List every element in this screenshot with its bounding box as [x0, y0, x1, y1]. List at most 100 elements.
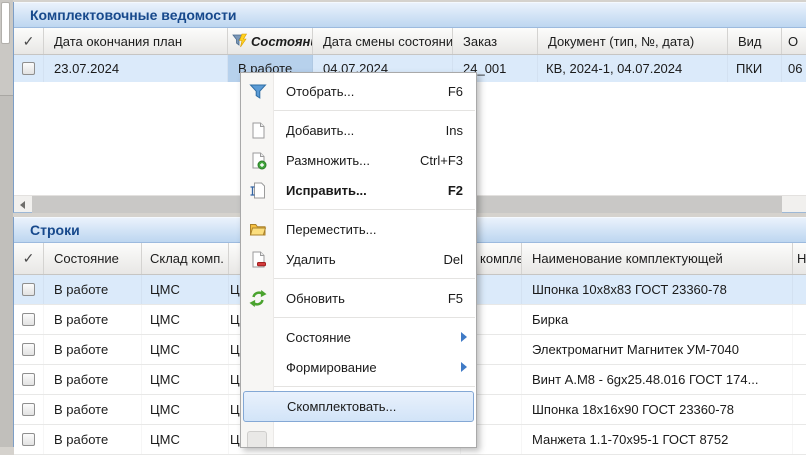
cell-check [14, 365, 44, 394]
column-header-state[interactable]: Состояние [228, 28, 313, 54]
row-checkbox[interactable] [22, 313, 35, 326]
menu-item-label: Отобрать... [286, 84, 354, 99]
menu-separator [242, 386, 475, 387]
app-window: { "top_panel": { "title": "Комплектовочн… [0, 0, 806, 447]
column-header-order[interactable]: Заказ [453, 28, 538, 54]
menu-item-label: Размножить... [286, 153, 370, 168]
cell-name: Шпонка 18x16x90 ГОСТ 23360-78 [522, 395, 793, 424]
column-header-warehouse[interactable]: Склад комп. [142, 243, 229, 274]
sheets-table-header: ✓ Дата окончания план Состояние Дата сме… [14, 28, 806, 55]
menu-item[interactable]: Исправить... F2 [241, 175, 476, 205]
menu-item-hotkey: F2 [448, 183, 463, 198]
panel-title: Комплектовочные ведомости [14, 2, 806, 28]
cell-warehouse: ЦМС [142, 305, 229, 334]
menu-item[interactable]: Обновить F5 [241, 283, 476, 313]
folder-move-icon [247, 219, 268, 240]
column-header-state-change[interactable]: Дата смены состояния [313, 28, 453, 54]
cell-check [14, 425, 44, 454]
column-header-kind[interactable]: Вид [728, 28, 782, 54]
menu-item[interactable]: Удалить Del [241, 244, 476, 274]
menu-separator [242, 278, 475, 279]
cell-clipped [793, 365, 806, 394]
menu-separator [242, 317, 475, 318]
cell-warehouse: ЦМС [142, 395, 229, 424]
column-header-date-end[interactable]: Дата окончания план [44, 28, 228, 54]
cell-name: Винт А.М8 - 6gх25.48.016 ГОСТ 174... [522, 365, 793, 394]
menu-item-label: Переместить... [286, 222, 376, 237]
cell-date-end: 23.07.2024 [44, 55, 228, 82]
cell-state: В работе [44, 305, 142, 334]
filter-lightning-icon [232, 33, 248, 50]
menu-item[interactable]: Размножить... Ctrl+F3 [241, 145, 476, 175]
submenu-arrow-icon [461, 362, 467, 372]
row-checkbox[interactable] [22, 403, 35, 416]
row-checkbox[interactable] [22, 62, 35, 75]
column-header-state[interactable]: Состояние [44, 243, 142, 274]
menu-item[interactable]: Формирование [241, 352, 476, 382]
page-edit-icon [247, 180, 268, 201]
left-edge-scrollbar[interactable] [1, 2, 10, 44]
menu-item[interactable]: Отобрать...F6 [241, 76, 476, 106]
menu-item-label: Удалить [286, 252, 336, 267]
column-header-state-label: Состояние [251, 34, 313, 49]
menu-separator [242, 110, 475, 111]
row-checkbox[interactable] [22, 433, 35, 446]
cell-name: Бирка [522, 305, 793, 334]
cell-state: В работе [44, 365, 142, 394]
page-new-icon [247, 120, 268, 141]
cell-clipped [793, 275, 806, 304]
cell-name: Электромагнит Магнитек УМ-7040 [522, 335, 793, 364]
cell-clipped [793, 425, 806, 454]
check-icon: ✓ [23, 250, 35, 267]
cell-check [14, 305, 44, 334]
cell-name: Манжета 1.1-70x95-1 ГОСТ 8752 [522, 425, 793, 454]
menu-item-label: Обновить [286, 291, 345, 306]
cell-check [14, 335, 44, 364]
column-header-check[interactable]: ✓ [14, 28, 44, 54]
cell-name: Шпонка 10x8x83 ГОСТ 23360-78 [522, 275, 793, 304]
submenu-arrow-icon [461, 332, 467, 342]
column-header-check[interactable]: ✓ [14, 243, 44, 274]
menu-item-hotkey: Ctrl+F3 [420, 153, 463, 168]
page-delete-icon [247, 249, 268, 270]
cell-clipped [793, 305, 806, 334]
cell-clipped: 06 [782, 55, 806, 82]
window-edge-strip [0, 0, 13, 447]
menu-item[interactable]: Скомплектовать... [243, 391, 474, 422]
menu-item-hotkey: Ins [446, 123, 463, 138]
column-header-document[interactable]: Документ (тип, №, дата) [538, 28, 728, 54]
menu-item-label: Добавить... [286, 123, 354, 138]
cell-state: В работе [44, 275, 142, 304]
scroll-left-arrow[interactable] [14, 196, 31, 213]
menu-item-hotkey: F5 [448, 291, 463, 306]
menu-item[interactable]: Добавить... Ins [241, 115, 476, 145]
row-checkbox[interactable] [22, 343, 35, 356]
cell-clipped [793, 395, 806, 424]
menu-item-partial[interactable] [241, 427, 476, 448]
column-header-clipped[interactable]: Н [793, 243, 806, 274]
check-icon: ✓ [23, 33, 35, 50]
menu-item[interactable]: Состояние [241, 322, 476, 352]
row-checkbox[interactable] [22, 283, 35, 296]
cell-state: В работе [44, 395, 142, 424]
menu-item[interactable]: Переместить... [241, 214, 476, 244]
cell-check [14, 275, 44, 304]
row-checkbox[interactable] [22, 373, 35, 386]
cell-state: В работе [44, 335, 142, 364]
menu-item-label: Состояние [286, 330, 351, 345]
cell-state: В работе [44, 425, 142, 454]
page-copy-icon [247, 150, 268, 171]
cell-clipped [793, 335, 806, 364]
cell-check [14, 55, 44, 82]
column-header-clipped[interactable]: О [782, 28, 806, 54]
refresh-icon [247, 288, 268, 309]
column-header-name[interactable]: Наименование комплектующей [522, 243, 793, 274]
cell-kind: ПКИ [728, 55, 782, 82]
menu-item-label: Исправить... [286, 183, 367, 198]
cell-warehouse: ЦМС [142, 275, 229, 304]
cell-warehouse: ЦМС [142, 335, 229, 364]
menu-item-hotkey: Del [443, 252, 463, 267]
context-menu: Отобрать...F6 Добавить... Ins Размножить...… [240, 72, 477, 448]
filter-icon [247, 81, 268, 102]
cell-document: КВ, 2024-1, 04.07.2024 [538, 55, 728, 82]
